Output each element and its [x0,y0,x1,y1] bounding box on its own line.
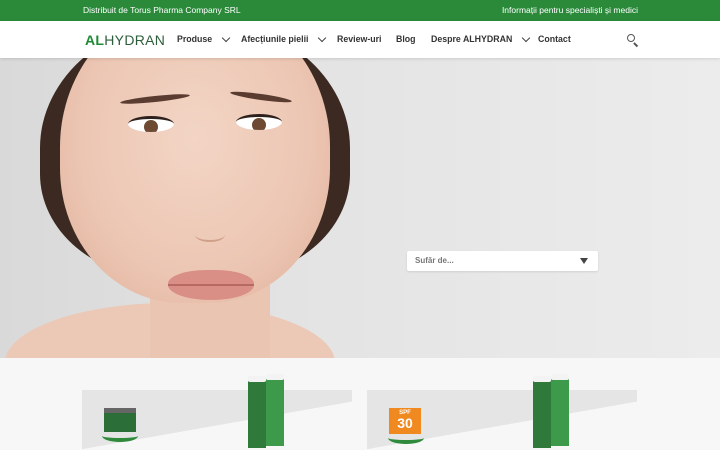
nav-item-label: Produse [177,34,213,44]
hero-banner: Sufăr de... [0,58,720,358]
alhydran-logo[interactable]: ALHYDRAN [85,32,165,48]
logo-prefix: AL [85,32,105,48]
select-value: Sufăr de... [415,256,454,265]
chevron-down-icon [221,33,231,42]
nav-item-blog[interactable]: Blog [396,34,416,44]
chevron-down-icon [522,33,531,42]
nav-item-label: Despre ALHYDRAN [431,34,513,44]
product-tube-image [551,374,569,446]
product-tube-image [248,376,266,448]
search-icon[interactable] [627,34,639,47]
nav-item-label: Blog [396,34,416,44]
nav-item-label: Afecțiunile pielii [241,34,309,44]
top-info-bar: Distribuit de Torus Pharma Company SRL I… [0,0,720,21]
product-tube-image [533,376,551,448]
skin-condition-select[interactable]: Sufăr de... [407,251,598,271]
nav-item-despre-alhydran[interactable]: Despre ALHYDRAN [431,33,531,44]
distributor-text: Distribuit de Torus Pharma Company SRL [83,5,241,15]
hero-portrait-image [0,58,360,358]
specialists-link[interactable]: Informații pentru specialiști și medici [502,5,638,15]
spf-value: 30 [397,415,413,431]
alhydran-badge-icon [102,408,138,450]
chevron-down-icon [318,33,327,42]
product-tube-image [266,374,284,446]
nav-item-contact[interactable]: Contact [538,34,571,44]
nav-item-label: Review-uri [337,34,382,44]
spf-badge-icon: SPF 30 [388,408,424,450]
nav-item-review-uri[interactable]: Review-uri [337,34,382,44]
dropdown-arrow-icon [580,258,588,264]
product-section: SPF 30 [0,358,720,450]
nav-item-afectiunile-pielii[interactable]: Afecțiunile pielii [241,33,327,44]
nav-item-produse[interactable]: Produse [177,33,231,44]
main-navigation: ALHYDRAN Produse Afecțiunile pielii Revi… [0,21,720,58]
logo-suffix: HYDRAN [104,32,166,48]
nav-item-label: Contact [538,34,571,44]
